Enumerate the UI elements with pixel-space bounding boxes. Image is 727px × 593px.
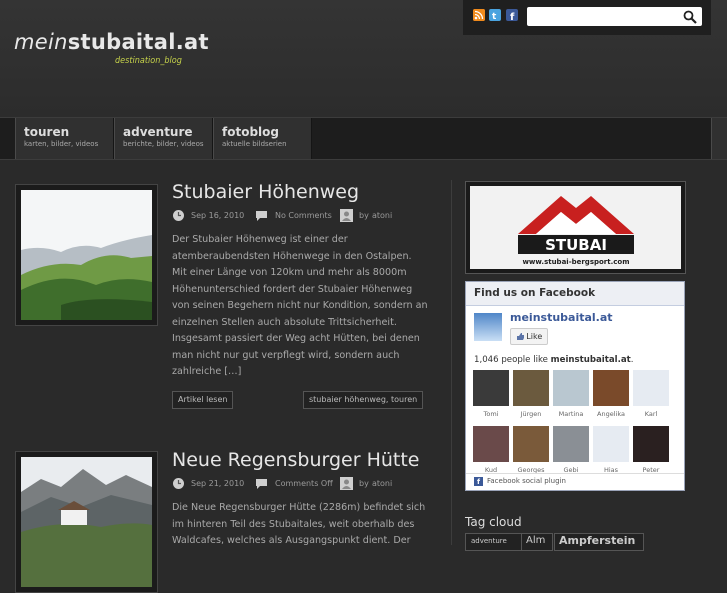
column-divider: [451, 180, 452, 545]
post-author[interactable]: atoni: [372, 479, 392, 488]
fan-count-text: 1,046 people like: [474, 355, 548, 365]
nav-item-adventure[interactable]: adventure berichte, bilder, videos: [114, 118, 213, 159]
author-prefix: by: [359, 211, 369, 220]
post-author[interactable]: atoni: [372, 211, 392, 220]
facebook-icon[interactable]: f: [506, 9, 518, 23]
nav-item-subtitle: aktuelle bildserien: [222, 140, 287, 148]
read-more-button[interactable]: Artikel lesen: [172, 391, 234, 409]
post-title[interactable]: Neue Regensburger Hütte: [172, 449, 420, 471]
fan-avatar[interactable]: [513, 426, 549, 462]
main-navigation: touren karten, bilder, videos adventure …: [0, 117, 727, 160]
banner-url: www.stubai-bergsport.com: [522, 258, 629, 266]
stubai-banner[interactable]: STUBAI www.stubai-bergsport.com: [465, 181, 686, 274]
nav-item-touren[interactable]: touren karten, bilder, videos: [15, 118, 114, 159]
logo-tagline: destination_blog: [115, 56, 182, 66]
fan-avatar[interactable]: [593, 426, 629, 462]
fan-name[interactable]: Jürgen: [511, 410, 551, 418]
nav-item-title: adventure: [123, 125, 193, 139]
post-meta: Sep 16, 2010 No Comments by atoni: [172, 209, 432, 223]
hut-photo: [21, 457, 152, 587]
fan-avatar[interactable]: [633, 426, 669, 462]
mountain-photo: [21, 190, 152, 320]
post-tags[interactable]: stubaier höhenweg, touren: [303, 391, 424, 409]
nav-item-title: touren: [24, 125, 70, 139]
nav-item-title: fotoblog: [222, 125, 279, 139]
fan-name[interactable]: Martina: [551, 410, 591, 418]
facebook-page-name[interactable]: meinstubaital.at: [510, 311, 613, 324]
fan-avatar[interactable]: [553, 426, 589, 462]
fan-avatar[interactable]: [473, 426, 509, 462]
clock-icon: [173, 210, 184, 221]
nav-item-fotoblog[interactable]: fotoblog aktuelle bildserien: [213, 118, 312, 159]
tag-ampferstein[interactable]: Ampferstein: [554, 533, 644, 551]
facebook-like-button[interactable]: Like: [510, 328, 548, 345]
search-icon[interactable]: [683, 9, 697, 24]
post-date: Sep 16, 2010: [191, 211, 245, 220]
post-title[interactable]: Stubaier Höhenweg: [172, 181, 359, 203]
search-input[interactable]: [531, 10, 685, 29]
fan-count-suffix: .: [630, 355, 634, 365]
rss-icon[interactable]: [473, 9, 485, 21]
nav-end-cap: [711, 118, 727, 159]
comment-icon: [256, 479, 267, 489]
facebook-icon: f: [474, 477, 483, 486]
facebook-page-avatar[interactable]: [474, 313, 502, 341]
twitter-icon[interactable]: t: [489, 9, 501, 22]
fan-avatar[interactable]: [553, 370, 589, 406]
site-logo[interactable]: meinstubaital.at destination_blog: [14, 30, 209, 66]
fan-name[interactable]: Angelika: [591, 410, 631, 418]
site-header: meinstubaital.at destination_blog t f: [0, 0, 727, 117]
banner-brand: STUBAI: [545, 236, 607, 254]
comment-icon: [256, 211, 267, 221]
fan-count-page: meinstubaital.at: [550, 355, 631, 365]
post-date: Sep 21, 2010: [191, 479, 245, 488]
like-label: Like: [526, 332, 543, 341]
user-icon: [340, 477, 353, 490]
user-icon: [340, 209, 353, 222]
facebook-header-text: Find us on Facebook: [474, 287, 596, 299]
post-thumbnail[interactable]: [15, 451, 158, 593]
facebook-footer-text: Facebook social plugin: [487, 477, 566, 485]
search-box: [527, 7, 702, 29]
post-excerpt: Die Neue Regensburger Hütte (2286m) befi…: [172, 502, 426, 546]
fan-avatar[interactable]: [513, 370, 549, 406]
fan-avatar[interactable]: [633, 370, 669, 406]
facebook-box-header: Find us on Facebook: [466, 282, 684, 306]
tag-alm[interactable]: Alm: [521, 533, 553, 551]
stubai-logo-icon: STUBAI www.stubai-bergsport.com: [470, 186, 681, 269]
fan-avatar[interactable]: [473, 370, 509, 406]
fan-avatar[interactable]: [593, 370, 629, 406]
facebook-like-box: Find us on Facebook meinstubaital.at Lik…: [465, 281, 685, 491]
post-comments-link[interactable]: No Comments: [275, 211, 332, 220]
post-thumbnail[interactable]: [15, 184, 158, 326]
post-excerpt: Der Stubaier Höhenweg ist einer der atem…: [172, 234, 428, 377]
nav-item-subtitle: karten, bilder, videos: [24, 140, 99, 148]
logo-text: meinstubaital.at: [14, 30, 209, 54]
tag-adventure[interactable]: adventure: [465, 533, 522, 551]
nav-item-subtitle: berichte, bilder, videos: [123, 140, 204, 148]
facebook-footer[interactable]: f Facebook social plugin: [466, 473, 684, 491]
post-meta: Sep 21, 2010 Comments Off by atoni: [172, 477, 432, 491]
clock-icon: [173, 478, 184, 489]
svg-text:t: t: [492, 12, 497, 21]
author-prefix: by: [359, 479, 369, 488]
thumbs-up-icon: [516, 333, 524, 340]
facebook-fan-count: 1,046 people like meinstubaital.at.: [474, 355, 634, 365]
post-comments-link[interactable]: Comments Off: [275, 479, 333, 488]
fan-name[interactable]: Tomi: [471, 410, 511, 418]
svg-text:f: f: [510, 12, 515, 21]
tag-cloud-title: Tag cloud: [465, 515, 522, 529]
fan-name[interactable]: Karl: [631, 410, 671, 418]
